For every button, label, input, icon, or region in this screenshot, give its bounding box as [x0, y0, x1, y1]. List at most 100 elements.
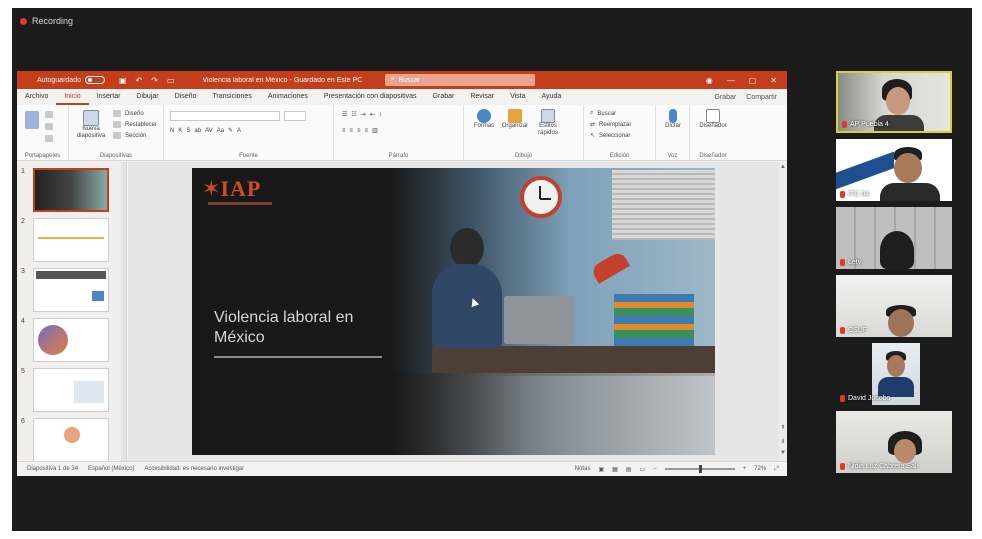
zoom-in-icon[interactable]: + [743, 466, 747, 472]
font-size-select[interactable] [284, 111, 306, 121]
spacing-icon[interactable]: AV [205, 128, 213, 134]
font-color-icon[interactable]: A [237, 128, 241, 134]
outdent-icon[interactable]: ⇤ [370, 111, 375, 118]
search-box[interactable]: ⌕ Buscar [384, 74, 535, 86]
present-icon[interactable]: ▭ [167, 76, 175, 85]
participant-tile[interactable]: AP Puebla 4 [836, 71, 952, 133]
next-slide-icon[interactable]: ⇟ [780, 438, 786, 445]
case-icon[interactable]: Aa [217, 128, 224, 134]
autosave-toggle[interactable] [84, 76, 105, 84]
designer-button[interactable]: Diseñador [696, 109, 730, 130]
highlight-icon[interactable]: ✎ [228, 127, 233, 134]
scroll-down-icon[interactable]: ▼ [780, 450, 786, 456]
participant-tile[interactable]: Nidia Luz Cabrera Sali [836, 411, 952, 473]
group-designer: Diseñador Diseñador [690, 105, 736, 161]
minimize-icon[interactable]: — [727, 76, 735, 85]
current-slide[interactable]: ✶ IAP Violencia laboral en México [192, 168, 715, 455]
italic-icon[interactable]: K [178, 128, 182, 134]
columns-icon[interactable]: ▥ [372, 127, 378, 134]
format-painter-button[interactable] [45, 135, 53, 142]
save-icon[interactable]: ▣ [119, 76, 127, 85]
numbering-icon[interactable]: ☷ [351, 111, 356, 118]
tab-grabar[interactable]: Grabar [425, 89, 463, 105]
slideshow-icon[interactable]: ▭ [639, 466, 645, 473]
tab-presentacion[interactable]: Presentación con diapositivas [316, 89, 425, 105]
maximize-icon[interactable]: ▢ [749, 76, 757, 85]
account-icon[interactable]: ◉ [706, 76, 713, 85]
tab-animaciones[interactable]: Animaciones [260, 89, 316, 105]
arrange-button[interactable]: Organizar [500, 109, 530, 130]
bold-icon[interactable]: N [170, 128, 174, 134]
tab-diseno[interactable]: Diseño [167, 89, 205, 105]
scroll-up-icon[interactable]: ▲ [780, 164, 786, 170]
dictate-button[interactable]: Dictar [662, 109, 684, 130]
section-button[interactable]: Sección [113, 132, 146, 139]
thumbnails-scrollbar[interactable] [121, 162, 126, 461]
cut-button[interactable] [45, 111, 53, 118]
undo-icon[interactable]: ↶ [136, 76, 143, 85]
slide-title[interactable]: Violencia laboral en México [214, 308, 394, 348]
line-spacing-icon[interactable]: ↕ [379, 112, 382, 118]
underline-icon[interactable]: S [186, 128, 190, 134]
shapes-button[interactable]: Formas [470, 109, 498, 130]
indent-icon[interactable]: ⇥ [361, 111, 366, 118]
strike-icon[interactable]: ab [194, 128, 201, 134]
tab-dibujar[interactable]: Dibujar [128, 89, 166, 105]
search-placeholder: Buscar [398, 76, 421, 84]
tab-revisar[interactable]: Revisar [462, 89, 502, 105]
participant-face [894, 439, 916, 463]
reset-button[interactable]: Restablecer [113, 121, 157, 128]
language-indicator[interactable]: Español (México) [88, 466, 134, 472]
zoom-out-icon[interactable]: − [653, 466, 657, 472]
replace-button[interactable]: ⇄ Reemplazar [590, 121, 631, 129]
reading-view-icon[interactable]: ▤ [626, 466, 632, 473]
accessibility-indicator[interactable]: Accesibilidad: es necesario investigar [144, 466, 244, 472]
notes-button[interactable]: Notas [575, 466, 591, 472]
align-center-icon[interactable]: ≡ [350, 128, 354, 134]
participant-tile[interactable]: Lety [836, 207, 952, 269]
thumbnail-slide-6[interactable]: 6 [21, 418, 121, 461]
paste-button[interactable] [25, 111, 39, 129]
layout-button[interactable]: Diseño [113, 110, 144, 117]
tab-insertar[interactable]: Insertar [89, 89, 129, 105]
select-button[interactable]: ↖ Seleccionar [590, 132, 630, 140]
thumbnail-slide-1[interactable]: 1 [21, 168, 121, 212]
ribbon: Portapapeles Nueva diapositiva Diseño Re… [17, 105, 787, 161]
prev-slide-icon[interactable]: ⇞ [780, 424, 786, 431]
participant-tile[interactable]: ITC 04 [836, 139, 952, 201]
tab-ayuda[interactable]: Ayuda [534, 89, 570, 105]
quick-styles-button[interactable]: Estilos rápidos [534, 109, 562, 137]
thumbnail-slide-3[interactable]: 3 [21, 268, 121, 312]
justify-icon[interactable]: ≡ [365, 128, 369, 134]
fit-slide-icon[interactable]: ⤢ [774, 466, 779, 473]
find-button[interactable]: ⌕ Buscar [590, 110, 616, 117]
thumbnail-slide-4[interactable]: 4 [21, 318, 121, 362]
tab-vista[interactable]: Vista [502, 89, 533, 105]
zoom-level[interactable]: 72% [754, 466, 766, 472]
new-slide-button[interactable]: Nueva diapositiva [73, 110, 109, 140]
participant-tile[interactable]: CSUF [836, 275, 952, 337]
thumbnail-slide-5[interactable]: 5 [21, 368, 121, 412]
tab-transiciones[interactable]: Transiciones [204, 89, 259, 105]
align-left-icon[interactable]: ≡ [342, 128, 346, 134]
ribbon-tabs: Archivo Inicio Insertar Dibujar Diseño T… [17, 89, 787, 105]
record-button[interactable]: Grabar [714, 94, 736, 101]
sorter-view-icon[interactable]: ▦ [612, 466, 618, 473]
editor-scrollbar[interactable]: ▲ ⇞ ⇟ ▼ [779, 162, 787, 461]
bullets-icon[interactable]: ☰ [342, 111, 347, 118]
close-icon[interactable]: ✕ [770, 76, 777, 85]
align-right-icon[interactable]: ≡ [357, 128, 361, 134]
thumbnail-slide-2[interactable]: 2 [21, 218, 121, 262]
tab-inicio[interactable]: Inicio [56, 89, 89, 105]
arrange-icon [508, 109, 522, 123]
zoom-slider[interactable] [664, 465, 735, 473]
participant-name-row: AP Puebla 4 [842, 121, 889, 128]
tab-archivo[interactable]: Archivo [17, 89, 56, 105]
share-button[interactable]: Compartir [746, 94, 777, 101]
participant-tile[interactable]: David Jocobo [836, 343, 952, 405]
font-family-select[interactable] [170, 111, 280, 121]
autosave[interactable]: Autoguardado [37, 76, 105, 84]
normal-view-icon[interactable]: ▣ [598, 466, 604, 473]
copy-button[interactable] [45, 123, 53, 130]
redo-icon[interactable]: ↷ [151, 76, 158, 85]
